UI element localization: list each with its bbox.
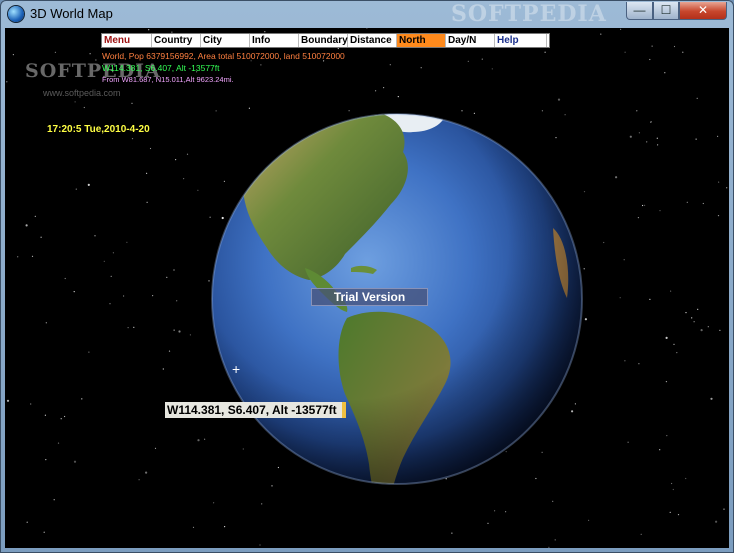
menu-item-boundary[interactable]: Boundary (299, 34, 348, 47)
menu-item-distance[interactable]: Distance (348, 34, 397, 47)
menu-item-help[interactable]: Help (495, 34, 547, 47)
menu-item-north-lock[interactable]: North Lock (397, 34, 446, 59)
menu-item-menu[interactable]: Menu (102, 34, 152, 47)
menu-item-country[interactable]: Country (152, 34, 201, 47)
world-info-text: World, Pop 6379156992, Area total 510072… (102, 51, 345, 61)
title-bar[interactable]: 3D World Map SOFTPEDIA — ☐ ✕ (1, 1, 733, 27)
title-watermark: SOFTPEDIA (451, 1, 607, 27)
globe-viewport[interactable]: SOFTPEDIA www.softpedia.com Menu Country C… (5, 28, 729, 548)
crosshair-cursor-icon: + (232, 361, 241, 377)
coordinate-tooltip: W114.381, S6.407, Alt -13577ft (165, 402, 346, 418)
close-button[interactable]: ✕ (679, 2, 727, 20)
trial-version-label: Trial Version (311, 288, 428, 306)
app-window: 3D World Map SOFTPEDIA — ☐ ✕ SOFTPEDIA w… (0, 0, 734, 553)
window-title: 3D World Map (30, 6, 113, 21)
menu-item-city[interactable]: City (201, 34, 250, 47)
menu-item-info[interactable]: Info (250, 34, 299, 47)
cursor-coordinates-text: W114.381, S6.407, Alt -13577ft (102, 63, 220, 73)
maximize-button[interactable]: ☐ (653, 2, 679, 20)
globe-app-icon[interactable] (8, 6, 24, 22)
minimize-button[interactable]: — (626, 2, 653, 20)
softpedia-url: www.softpedia.com (43, 88, 121, 98)
menu-bar: Menu Country City Info Boundary Distance North… (101, 33, 550, 59)
datetime-display: 17:20:5 Tue,2010-4-20 (47, 124, 150, 135)
menu-item-day-night[interactable]: Day/N (446, 34, 495, 47)
viewpoint-text: From W81.687, N15.011,Alt 9623.24mi. (102, 75, 234, 84)
